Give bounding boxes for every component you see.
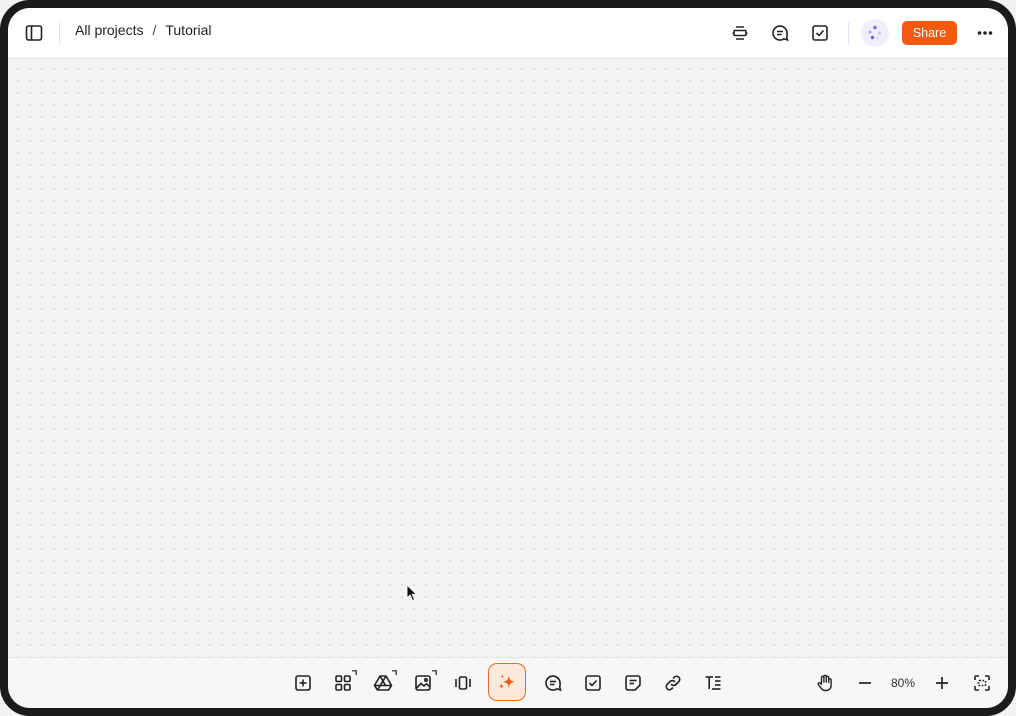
- add-block-icon: [295, 675, 311, 691]
- hand-pan-button[interactable]: [810, 668, 840, 698]
- note-icon: [625, 675, 641, 691]
- more-options-icon: [977, 31, 993, 35]
- fit-to-screen-button[interactable]: [967, 668, 997, 698]
- ai-assistant-button[interactable]: [861, 19, 889, 47]
- bottom-toolbar: 80%: [8, 657, 1008, 708]
- comment-tool-button[interactable]: [538, 668, 568, 698]
- breadcrumb-current-page[interactable]: Tutorial: [165, 22, 211, 38]
- zoom-in-icon: [936, 677, 948, 689]
- comments-button[interactable]: [766, 19, 794, 47]
- image-button[interactable]: [408, 668, 438, 698]
- ai-generate-button[interactable]: [488, 663, 526, 701]
- comment-icon: [772, 25, 789, 42]
- breadcrumb-separator: /: [152, 22, 157, 38]
- task-check-icon: [585, 675, 601, 691]
- zoom-level[interactable]: 80%: [886, 676, 920, 690]
- tasks-button[interactable]: [806, 19, 834, 47]
- zoom-out-icon: [859, 682, 871, 684]
- sidebar-toggle-icon: [25, 25, 43, 41]
- ai-assistant-icon: [868, 25, 881, 40]
- mouse-cursor-icon: [406, 584, 418, 602]
- top-bar: All projects / Tutorial Share: [8, 8, 1008, 59]
- submenu-indicator-icon: [352, 670, 357, 675]
- header-divider-2: [848, 22, 849, 44]
- zoom-out-button[interactable]: [850, 668, 880, 698]
- google-drive-icon: [373, 675, 393, 691]
- header-divider: [59, 22, 60, 44]
- present-icon: [732, 26, 748, 40]
- present-button[interactable]: [726, 19, 754, 47]
- image-icon: [415, 675, 431, 691]
- fit-to-screen-icon: [974, 675, 990, 691]
- task-check-icon: [812, 25, 828, 41]
- submenu-indicator-icon: [432, 670, 437, 675]
- breadcrumb: All projects / Tutorial: [75, 22, 212, 38]
- app-window: All projects / Tutorial Share 80%: [8, 8, 1008, 708]
- whiteboard-canvas[interactable]: [8, 59, 1008, 658]
- apps-grid-icon: [335, 675, 351, 691]
- more-options-button[interactable]: [971, 19, 999, 47]
- apps-button[interactable]: [328, 668, 358, 698]
- device-frame: All projects / Tutorial Share 80%: [0, 0, 1016, 716]
- google-drive-button[interactable]: [368, 668, 398, 698]
- link-icon: [665, 675, 681, 691]
- share-button[interactable]: Share: [902, 21, 957, 45]
- carousel-icon: [455, 676, 471, 690]
- link-tool-button[interactable]: [658, 668, 688, 698]
- breadcrumb-all-projects[interactable]: All projects: [75, 22, 143, 38]
- text-tool-button[interactable]: [698, 668, 728, 698]
- task-tool-button[interactable]: [578, 668, 608, 698]
- add-block-button[interactable]: [288, 668, 318, 698]
- comment-icon: [545, 675, 562, 692]
- hand-pan-icon: [817, 674, 832, 692]
- note-tool-button[interactable]: [618, 668, 648, 698]
- carousel-button[interactable]: [448, 668, 478, 698]
- submenu-indicator-icon: [392, 670, 397, 675]
- ai-sparkle-icon: [498, 674, 515, 689]
- text-format-icon: [705, 676, 721, 690]
- zoom-in-button[interactable]: [927, 668, 957, 698]
- sidebar-toggle-button[interactable]: [20, 19, 48, 47]
